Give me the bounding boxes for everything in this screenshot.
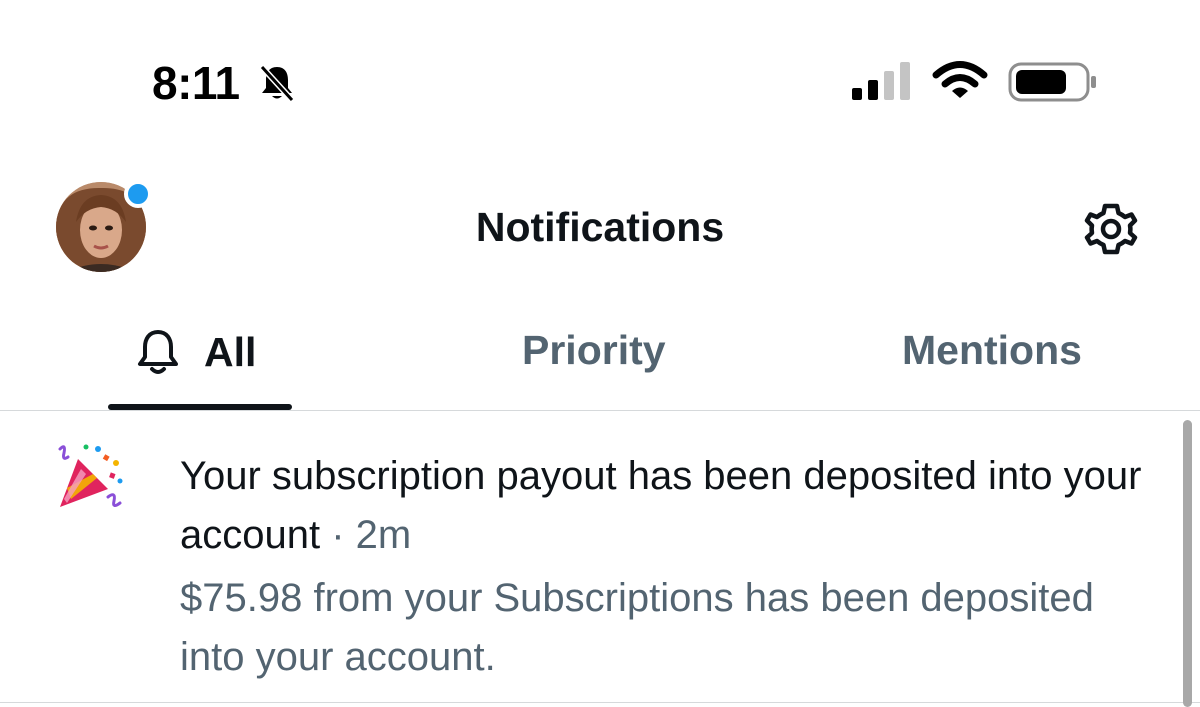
gear-icon[interactable] <box>1082 200 1140 258</box>
notification-timestamp: 2m <box>355 513 412 557</box>
wifi-icon <box>932 61 988 98</box>
list-divider <box>0 702 1200 703</box>
cellular-signal-icon <box>852 62 910 100</box>
notification-separator: · <box>320 513 356 557</box>
tab-all-label: All <box>204 329 257 375</box>
tab-mentions[interactable]: Mentions <box>902 322 1082 382</box>
status-time: 8:11 <box>152 57 240 109</box>
page-title: Notifications <box>475 204 725 250</box>
tab-priority[interactable]: Priority <box>522 322 666 382</box>
scrollbar[interactable] <box>1183 420 1192 707</box>
bell-icon <box>138 330 178 374</box>
battery-icon <box>1008 62 1096 102</box>
party-popper-icon <box>58 444 123 508</box>
notification-item[interactable]: Your subscription payout has been deposi… <box>0 411 1200 703</box>
notification-body: $75.98 from your Subscriptions has been … <box>180 576 1094 679</box>
tab-all[interactable]: All <box>134 322 256 382</box>
notification-title: Your subscription payout has been deposi… <box>180 447 1160 565</box>
bell-slash-icon <box>259 64 295 103</box>
